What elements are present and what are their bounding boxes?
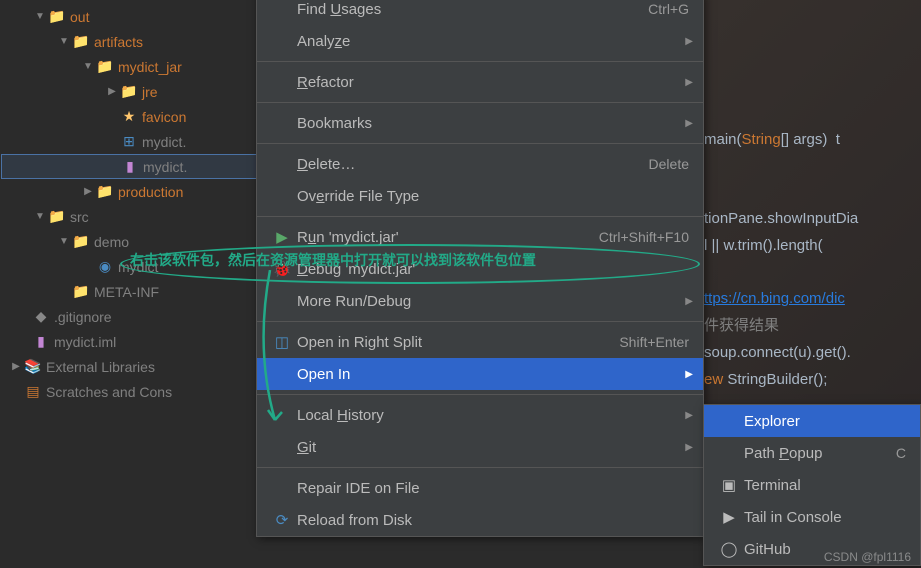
terminal-icon: ▣ <box>718 476 740 494</box>
menu-run[interactable]: ▶Run 'mydict.jar'Ctrl+Shift+F10 <box>257 221 703 253</box>
menu-analyze[interactable]: Analyze▶ <box>257 25 703 57</box>
menu-local-history[interactable]: Local History▶ <box>257 399 703 431</box>
tree-item-external-libraries[interactable]: ▶📚External Libraries <box>0 354 260 379</box>
run-icon: ▶ <box>271 228 293 246</box>
split-icon: ◫ <box>271 333 293 351</box>
tree-item-mydict-jar[interactable]: ▼📁mydict_jar <box>0 54 260 79</box>
menu-reload-from-disk[interactable]: ⟳Reload from Disk <box>257 504 703 536</box>
tree-item-jre[interactable]: ▶📁jre <box>0 79 260 104</box>
tree-item-scratches[interactable]: ▤Scratches and Cons <box>0 379 260 404</box>
tree-item-out[interactable]: ▼📁out <box>0 4 260 29</box>
menu-more-run-debug[interactable]: More Run/Debug▶ <box>257 285 703 317</box>
submenu-terminal[interactable]: ▣Terminal <box>704 469 920 501</box>
tree-item-favicon[interactable]: ★favicon <box>0 104 260 129</box>
submenu-tail-console[interactable]: ▶Tail in Console <box>704 501 920 533</box>
tree-item-src[interactable]: ▼📁src <box>0 204 260 229</box>
tree-item-mydict-iml[interactable]: ▮mydict.iml <box>0 329 260 354</box>
tree-item-production[interactable]: ▶📁production <box>0 179 260 204</box>
code-editor: main(String[] args) t tionPane.showInput… <box>704 100 858 393</box>
menu-git[interactable]: Git▶ <box>257 431 703 463</box>
reload-icon: ⟳ <box>271 511 293 529</box>
submenu-explorer[interactable]: Explorer <box>704 405 920 437</box>
menu-delete[interactable]: Delete…Delete <box>257 148 703 180</box>
tree-item-mydict-jar-file[interactable]: ▮mydict. <box>1 154 260 179</box>
menu-repair-ide[interactable]: Repair IDE on File <box>257 472 703 504</box>
menu-find-usages[interactable]: Find UsagesCtrl+G <box>257 0 703 25</box>
project-tree: ▼📁out ▼📁artifacts ▼📁mydict_jar ▶📁jre ★fa… <box>0 0 260 568</box>
menu-override-file-type[interactable]: Override File Type <box>257 180 703 212</box>
submenu-path-popup[interactable]: Path PopupC <box>704 437 920 469</box>
github-icon: ◯ <box>718 540 740 558</box>
annotation-text: 右击该软件包，然后在资源管理器中打开就可以找到该软件包位置 <box>130 250 536 270</box>
open-in-submenu: Explorer Path PopupC ▣Terminal ▶Tail in … <box>703 404 921 566</box>
menu-open-right-split[interactable]: ◫Open in Right SplitShift+Enter <box>257 326 703 358</box>
tree-item-mydict-exe[interactable]: ⊞mydict. <box>0 129 260 154</box>
tree-item-artifacts[interactable]: ▼📁artifacts <box>0 29 260 54</box>
menu-refactor[interactable]: Refactor▶ <box>257 66 703 98</box>
menu-bookmarks[interactable]: Bookmarks▶ <box>257 107 703 139</box>
menu-open-in[interactable]: Open In▶ <box>257 358 703 390</box>
tree-item-gitignore[interactable]: ◆.gitignore <box>0 304 260 329</box>
tree-item-meta-inf[interactable]: 📁META-INF <box>0 279 260 304</box>
play-icon: ▶ <box>718 508 740 526</box>
watermark: CSDN @fpl1116 <box>824 550 911 564</box>
